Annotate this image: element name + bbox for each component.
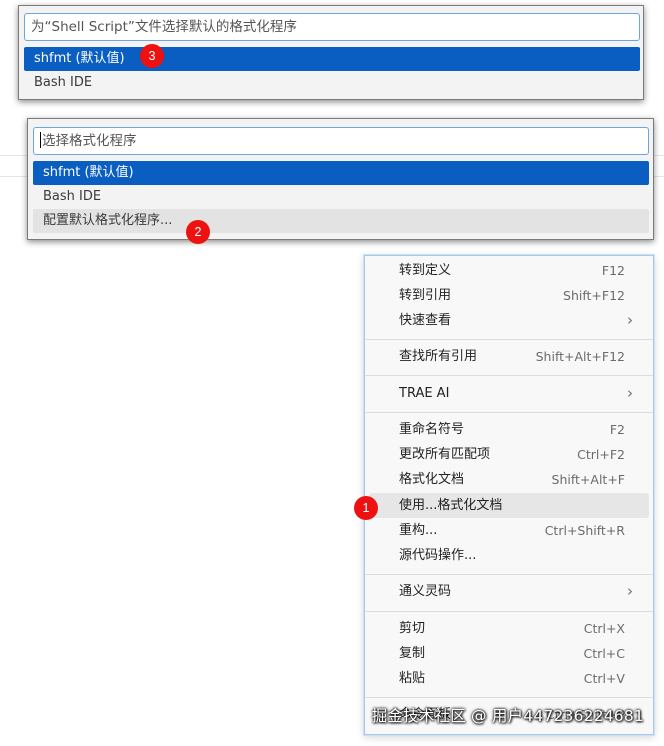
editor-context-menu: 转到定义 F12 转到引用 Shift+F12 快速查看 › 查找所有引用 Sh… (364, 255, 654, 735)
menu-item-shortcut: Ctrl+V (583, 671, 625, 686)
menu-item-source-action[interactable]: 源代码操作... (369, 543, 649, 568)
select-formatter-input[interactable]: 选择格式化程序 (33, 127, 649, 155)
menu-item-format-document[interactable]: 格式化文档 Shift+Alt+F (369, 467, 649, 492)
quick-pick-item-shfmt[interactable]: shfmt (默认值) (33, 161, 649, 185)
menu-separator (365, 375, 653, 376)
menu-item-label: 重命名符号 (399, 422, 465, 437)
menu-item-shortcut: Shift+Alt+F12 (535, 349, 625, 364)
menu-item-rename-symbol[interactable]: 重命名符号 F2 (369, 417, 649, 442)
menu-item-shortcut: Shift+F12 (563, 288, 625, 303)
menu-item-label: 重构... (399, 523, 438, 538)
menu-item-shortcut: Ctrl+F2 (577, 447, 625, 462)
select-formatter-quick-pick: 选择格式化程序 shfmt (默认值) Bash IDE 配置默认格式化程序..… (27, 118, 654, 240)
menu-separator (365, 697, 653, 698)
menu-item-shortcut: Ctrl+C (583, 646, 625, 661)
menu-item-find-all-references[interactable]: 查找所有引用 Shift+Alt+F12 (369, 344, 649, 369)
menu-separator (365, 611, 653, 612)
menu-item-trae-ai[interactable]: TRAE AI › (369, 381, 649, 406)
step-marker-3: 3 (140, 44, 164, 68)
menu-item-label: 剪切 (399, 621, 426, 636)
menu-item-shortcut: Shift+Alt+F (551, 472, 625, 487)
quick-pick-item-bash-ide[interactable]: Bash IDE (24, 71, 640, 95)
menu-item-label: 使用...格式化文档 (399, 498, 503, 513)
menu-item-peek[interactable]: 快速查看 › (369, 308, 649, 333)
text-caret (40, 132, 41, 148)
menu-separator (365, 339, 653, 340)
default-formatter-quick-pick: 为“Shell Script”文件选择默认的格式化程序 shfmt (默认值) … (18, 5, 644, 100)
menu-item-copy[interactable]: 复制 Ctrl+C (369, 641, 649, 666)
watermark: 掘金技术社区 @ 用户447236224681 (371, 707, 644, 725)
menu-item-label: 快速查看 (399, 313, 452, 328)
menu-item-label: 格式化文档 (399, 472, 465, 487)
menu-item-tongyi-lingma[interactable]: 通义灵码 › (369, 579, 649, 604)
menu-item-label: 查找所有引用 (399, 349, 478, 364)
menu-item-go-to-definition[interactable]: 转到定义 F12 (369, 258, 649, 283)
step-marker-1: 1 (354, 496, 378, 520)
chevron-right-icon: › (627, 384, 633, 402)
menu-separator (365, 574, 653, 575)
quick-pick-item-bash-ide[interactable]: Bash IDE (33, 185, 649, 209)
menu-item-shortcut: F12 (601, 263, 625, 278)
menu-item-format-document-with[interactable]: 使用...格式化文档 (369, 493, 649, 518)
menu-item-label: 通义灵码 (399, 584, 452, 599)
chevron-right-icon: › (627, 582, 633, 600)
menu-item-change-all-occurrences[interactable]: 更改所有匹配项 Ctrl+F2 (369, 442, 649, 467)
quick-pick-item-configure-default[interactable]: 配置默认格式化程序... (33, 209, 649, 233)
menu-item-shortcut: Ctrl+X (583, 621, 625, 636)
menu-item-label: 粘贴 (399, 671, 426, 686)
menu-item-go-to-references[interactable]: 转到引用 Shift+F12 (369, 283, 649, 308)
menu-item-paste[interactable]: 粘贴 Ctrl+V (369, 666, 649, 691)
menu-item-refactor[interactable]: 重构... Ctrl+Shift+R (369, 518, 649, 543)
menu-item-label: 复制 (399, 646, 426, 661)
default-formatter-input[interactable]: 为“Shell Script”文件选择默认的格式化程序 (24, 13, 640, 41)
quick-pick-item-shfmt[interactable]: shfmt (默认值) (24, 47, 640, 71)
menu-item-label: 更改所有匹配项 (399, 447, 491, 462)
menu-item-cut[interactable]: 剪切 Ctrl+X (369, 616, 649, 641)
menu-item-label: 源代码操作... (399, 548, 477, 563)
menu-item-shortcut: Ctrl+Shift+R (544, 523, 625, 538)
menu-item-label: 转到引用 (399, 288, 452, 303)
menu-item-label: TRAE AI (399, 386, 450, 401)
menu-separator (365, 412, 653, 413)
chevron-right-icon: › (627, 311, 633, 329)
step-marker-2: 2 (186, 220, 210, 244)
menu-item-label: 转到定义 (399, 263, 452, 278)
menu-item-shortcut: F2 (609, 422, 625, 437)
select-formatter-input-text: 选择格式化程序 (42, 133, 137, 149)
